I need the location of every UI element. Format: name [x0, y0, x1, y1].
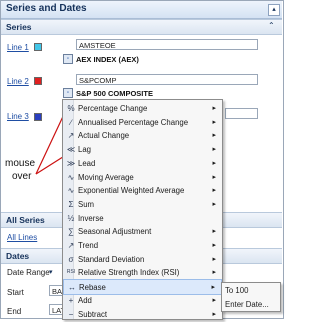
end-date-input[interactable]: LAT: [49, 304, 63, 315]
all-series-section-label: All Series: [6, 215, 45, 225]
dates-section-label: Dates: [6, 251, 29, 261]
rebase-submenu: To 100 Enter Date...: [221, 282, 281, 312]
date-range-dropdown-icon[interactable]: ▾: [49, 268, 53, 276]
series-context-menu: %Percentage Change▸∕Annualised Percentag…: [62, 99, 223, 320]
submenu-item-enter-date[interactable]: Enter Date...: [222, 298, 280, 312]
submenu-item-to-100[interactable]: To 100: [222, 284, 280, 298]
all-lines-link[interactable]: All Lines: [7, 233, 37, 242]
start-label: Start: [7, 288, 24, 297]
end-label: End: [7, 307, 21, 316]
date-range-label: Date Range: [7, 268, 50, 277]
start-date-input[interactable]: BAS: [49, 285, 63, 296]
